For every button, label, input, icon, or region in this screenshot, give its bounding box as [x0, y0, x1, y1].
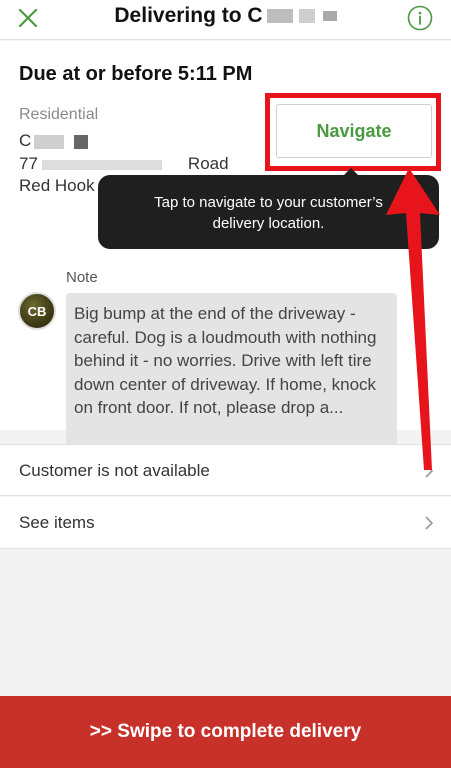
- info-icon[interactable]: [407, 5, 433, 31]
- avatar-initials: CB: [27, 303, 47, 319]
- address-line-3: Red Hook: [19, 176, 95, 195]
- redacted-address-1b: [74, 134, 89, 149]
- redacted-address-2: [41, 159, 162, 170]
- swipe-complete-bar[interactable]: >> Swipe to complete delivery: [0, 696, 451, 768]
- customer-unavailable-row[interactable]: Customer is not available: [0, 444, 451, 496]
- note-label: Note: [66, 269, 98, 286]
- page-title-text: Delivering to C: [114, 4, 263, 27]
- see-items-label: See items: [19, 513, 95, 532]
- address-line-1-text: C: [19, 131, 32, 150]
- address-line-1: C: [19, 131, 89, 151]
- address-line-2: 77 Road: [19, 154, 229, 174]
- page-title: Delivering to C: [0, 4, 451, 28]
- address-line-2-suffix: Road: [187, 154, 229, 173]
- navigate-button[interactable]: Navigate: [276, 104, 432, 158]
- redacted-name-3: [322, 11, 337, 22]
- tooltip-line-2: delivery location.: [212, 215, 325, 232]
- redacted-name: [266, 9, 293, 24]
- see-items-row[interactable]: See items: [0, 497, 451, 549]
- address-line-2-prefix: 77: [19, 154, 38, 173]
- redacted-name-2: [298, 9, 315, 24]
- note-text: Big bump at the end of the driveway - ca…: [66, 293, 397, 448]
- avatar: CB: [18, 292, 56, 330]
- due-time: Due at or before 5:11 PM: [19, 63, 253, 85]
- chevron-right-icon: [425, 464, 434, 478]
- customer-unavailable-label: Customer is not available: [19, 461, 210, 480]
- address-type: Residential: [19, 106, 99, 123]
- redacted-address-1a: [34, 134, 65, 149]
- header-bar: Delivering to C: [0, 0, 451, 40]
- chevron-right-icon: [425, 516, 434, 530]
- navigate-tooltip: Tap to navigate to your customer’s deliv…: [98, 175, 439, 249]
- tooltip-line-1: Tap to navigate to your customer’s: [154, 194, 383, 211]
